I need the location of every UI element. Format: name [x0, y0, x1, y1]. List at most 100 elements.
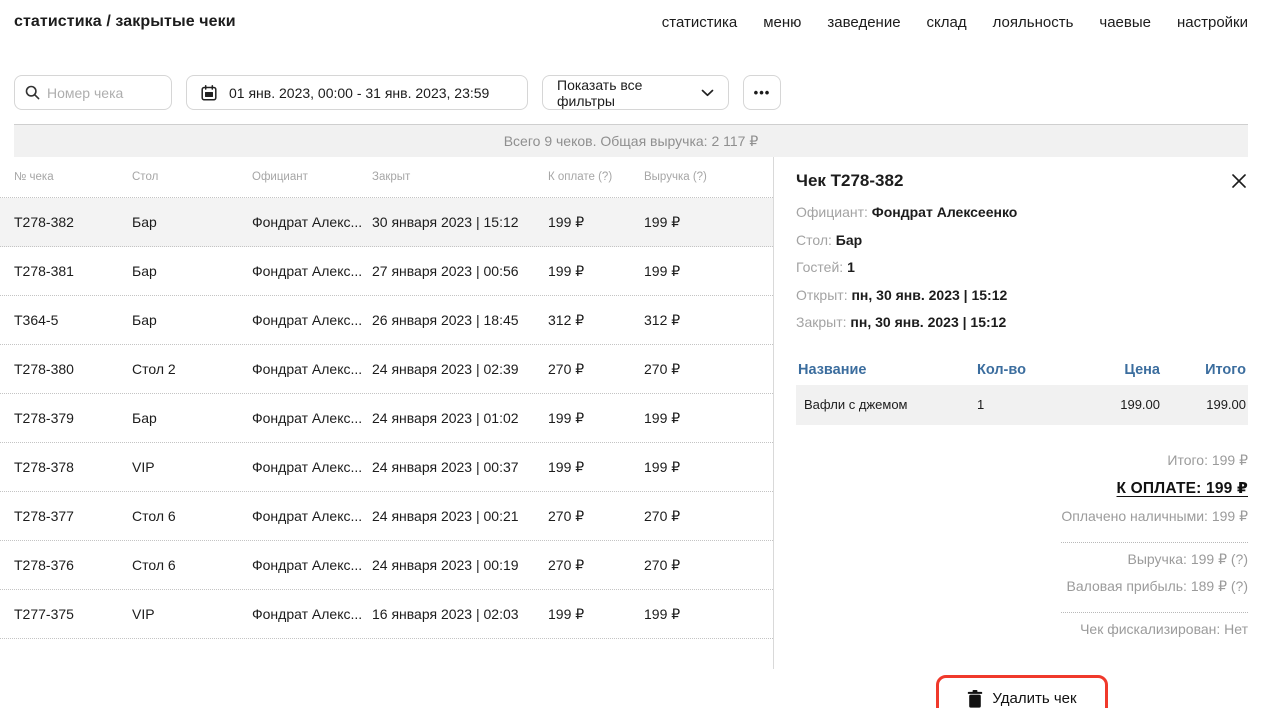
- cell-table: Бар: [132, 410, 252, 426]
- info-label: Гостей:: [796, 259, 843, 275]
- receipts-table-body: T278-382 Бар Фондрат Алекс... 30 января …: [0, 197, 773, 639]
- cell-closed: 24 января 2023 | 00:37: [372, 459, 548, 475]
- item-qty: 1: [975, 397, 1070, 412]
- cell-number: T278-380: [14, 361, 132, 377]
- table-row[interactable]: T278-377 Стол 6 Фондрат Алекс... 24 янва…: [0, 492, 773, 541]
- cell-revenue: 199 ₽: [644, 263, 773, 280]
- chevron-down-icon: [701, 89, 714, 97]
- annotation-highlight: Удалить чек: [936, 675, 1107, 708]
- receipt-title: Чек T278-382: [796, 171, 903, 191]
- cell-revenue: 199 ₽: [644, 459, 773, 476]
- receipts-table-header: № чека Стол Официант Закрыт К оплате (?)…: [0, 157, 773, 197]
- summary-bar: Всего 9 чеков. Общая выручка: 2 117 ₽: [14, 124, 1248, 157]
- nav-item-settings[interactable]: настройки: [1177, 14, 1248, 31]
- filter-bar: 01 янв. 2023, 00:00 - 31 янв. 2023, 23:5…: [14, 75, 1288, 110]
- trash-icon: [967, 690, 983, 708]
- search-icon: [25, 85, 40, 100]
- cell-topay: 199 ₽: [548, 410, 644, 427]
- col-header-closed: Закрыт: [372, 171, 548, 183]
- table-row[interactable]: T278-382 Бар Фондрат Алекс... 30 января …: [0, 198, 773, 247]
- cell-waiter: Фондрат Алекс...: [252, 557, 372, 573]
- item-col-qty: Кол-во: [975, 362, 1070, 378]
- cell-revenue: 270 ₽: [644, 508, 773, 525]
- table-row[interactable]: T278-376 Стол 6 Фондрат Алекс... 24 янва…: [0, 541, 773, 590]
- info-closed: Закрыт: пн, 30 янв. 2023 | 15:12: [796, 309, 1248, 337]
- cell-topay: 199 ₽: [548, 606, 644, 623]
- total-subtotal: Итого: 199 ₽: [796, 447, 1248, 474]
- info-value: пн, 30 янв. 2023 | 15:12: [850, 314, 1006, 330]
- cell-table: Стол 6: [132, 508, 252, 524]
- date-range-picker[interactable]: 01 янв. 2023, 00:00 - 31 янв. 2023, 23:5…: [186, 75, 528, 110]
- nav-item-warehouse[interactable]: склад: [927, 14, 967, 31]
- info-label: Официант:: [796, 204, 868, 220]
- info-label: Закрыт:: [796, 314, 847, 330]
- cell-number: T278-378: [14, 459, 132, 475]
- table-row[interactable]: T364-5 Бар Фондрат Алекс... 26 января 20…: [0, 296, 773, 345]
- nav-item-menu[interactable]: меню: [763, 14, 801, 31]
- info-label: Стол:: [796, 232, 832, 248]
- cell-topay: 270 ₽: [548, 361, 644, 378]
- col-header-number: № чека: [14, 171, 132, 183]
- total-paid-cash: Оплачено наличными: 199 ₽: [796, 503, 1248, 530]
- more-filters-button[interactable]: •••: [743, 75, 781, 110]
- receipt-totals: Итого: 199 ₽ К ОПЛАТЕ: 199 ₽ Оплачено на…: [796, 447, 1248, 643]
- cell-waiter: Фондрат Алекс...: [252, 410, 372, 426]
- total-fiscalized: Чек фискализирован: Нет: [796, 616, 1248, 643]
- nav-item-statistics[interactable]: статистика: [662, 14, 737, 31]
- cell-closed: 27 января 2023 | 00:56: [372, 263, 548, 279]
- totals-divider: [1061, 607, 1248, 613]
- show-all-filters-dropdown[interactable]: Показать все фильтры: [542, 75, 729, 110]
- info-value: пн, 30 янв. 2023 | 15:12: [851, 287, 1007, 303]
- nav-item-tips[interactable]: чаевые: [1099, 14, 1151, 31]
- search-input[interactable]: [47, 85, 161, 101]
- closed-receipts-page: статистика / закрытые чеки статистика ме…: [0, 0, 1288, 708]
- totals-divider: [1061, 537, 1248, 543]
- summary-text: Всего 9 чеков. Общая выручка: 2 117 ₽: [504, 133, 759, 150]
- item-col-price: Цена: [1070, 362, 1162, 378]
- cell-table: Бар: [132, 312, 252, 328]
- cell-topay: 270 ₽: [548, 508, 644, 525]
- delete-receipt-button[interactable]: Удалить чек: [941, 680, 1102, 708]
- cell-closed: 24 января 2023 | 00:19: [372, 557, 548, 573]
- col-header-revenue: Выручка (?): [644, 171, 773, 183]
- cell-table: Стол 2: [132, 361, 252, 377]
- info-value: Фондрат Алексеенко: [872, 204, 1018, 220]
- cell-number: T278-377: [14, 508, 132, 524]
- cell-closed: 26 января 2023 | 18:45: [372, 312, 548, 328]
- table-row[interactable]: T278-380 Стол 2 Фондрат Алекс... 24 янва…: [0, 345, 773, 394]
- cell-table: Бар: [132, 263, 252, 279]
- items-table-header: Название Кол-во Цена Итого: [796, 355, 1248, 385]
- receipt-detail-panel: Чек T278-382 Официант: Фондрат Алексеенк…: [774, 157, 1288, 669]
- show-all-filters-label: Показать все фильтры: [557, 77, 701, 109]
- table-row[interactable]: T278-378 VIP Фондрат Алекс... 24 января …: [0, 443, 773, 492]
- cell-revenue: 199 ₽: [644, 214, 773, 231]
- table-row[interactable]: T278-381 Бар Фондрат Алекс... 27 января …: [0, 247, 773, 296]
- cell-topay: 199 ₽: [548, 214, 644, 231]
- item-price: 199.00: [1070, 397, 1162, 412]
- receipt-items-table: Название Кол-во Цена Итого Вафли с джемо…: [796, 355, 1248, 425]
- cell-revenue: 312 ₽: [644, 312, 773, 329]
- cell-revenue: 270 ₽: [644, 361, 773, 378]
- receipt-info: Официант: Фондрат Алексеенко Стол: Бар Г…: [796, 199, 1248, 337]
- cell-number: T278-382: [14, 214, 132, 230]
- receipts-table: № чека Стол Официант Закрыт К оплате (?)…: [0, 157, 773, 669]
- item-col-total: Итого: [1162, 362, 1248, 378]
- col-header-topay: К оплате (?): [548, 171, 644, 183]
- breadcrumb: статистика / закрытые чеки: [14, 13, 236, 31]
- cell-waiter: Фондрат Алекс...: [252, 459, 372, 475]
- table-row[interactable]: T277-375 VIP Фондрат Алекс... 16 января …: [0, 590, 773, 639]
- table-row[interactable]: T278-379 Бар Фондрат Алекс... 24 января …: [0, 394, 773, 443]
- nav-item-loyalty[interactable]: лояльность: [993, 14, 1074, 31]
- cell-number: T278-376: [14, 557, 132, 573]
- total-to-pay: К ОПЛАТЕ: 199 ₽: [796, 474, 1248, 503]
- ellipsis-icon: •••: [754, 85, 771, 100]
- info-opened: Открыт: пн, 30 янв. 2023 | 15:12: [796, 282, 1248, 310]
- receipt-search-box[interactable]: [14, 75, 172, 110]
- close-icon[interactable]: [1230, 172, 1248, 190]
- cell-closed: 30 января 2023 | 15:12: [372, 214, 548, 230]
- cell-waiter: Фондрат Алекс...: [252, 361, 372, 377]
- total-revenue: Выручка: 199 ₽ (?): [796, 546, 1248, 573]
- item-total: 199.00: [1162, 397, 1248, 412]
- cell-waiter: Фондрат Алекс...: [252, 263, 372, 279]
- nav-item-venue[interactable]: заведение: [827, 14, 900, 31]
